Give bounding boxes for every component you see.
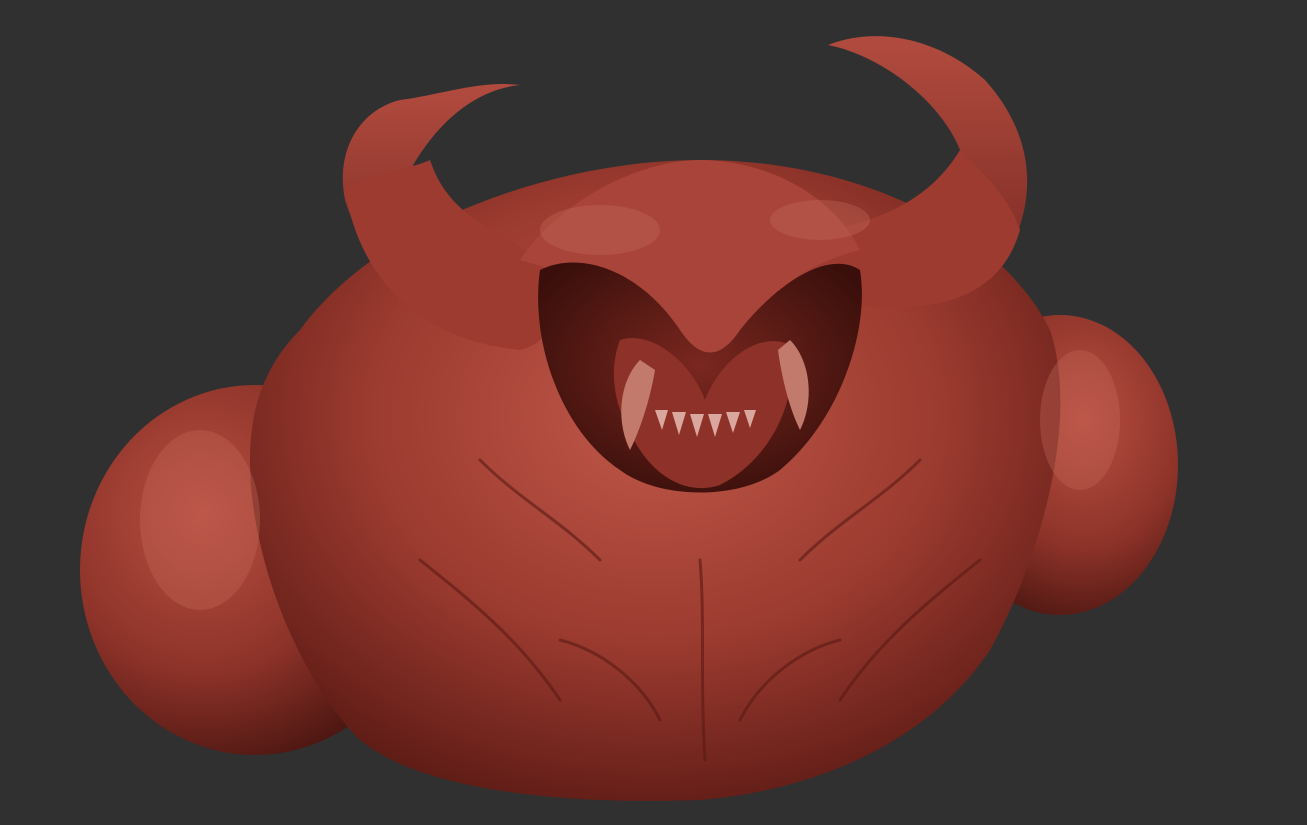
demon-bust-sculpt [80,36,1178,801]
3d-viewport[interactable] [0,0,1307,825]
